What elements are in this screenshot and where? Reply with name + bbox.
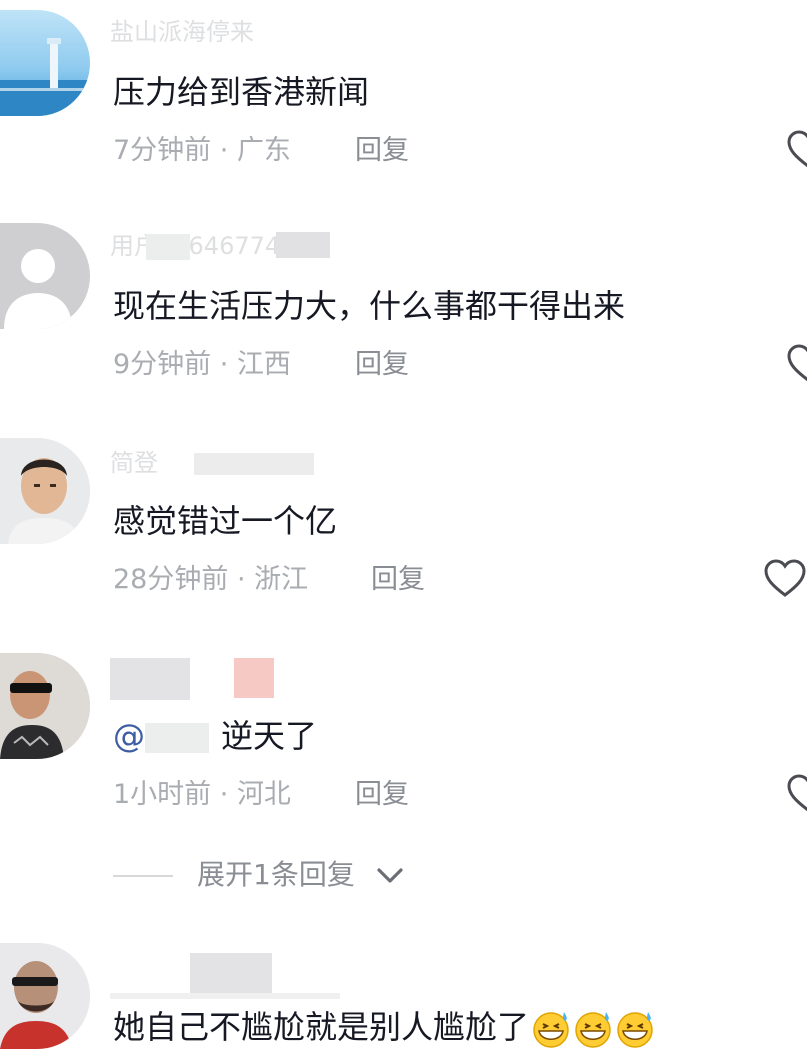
heart-outline-icon[interactable] <box>786 774 807 814</box>
comment-meta: 9分钟前 · 江西 <box>113 348 291 382</box>
username-mask <box>190 953 272 995</box>
username-mask <box>110 993 340 999</box>
comment-text: 她自己不尴尬就是别人尴尬了 <box>113 1007 655 1049</box>
comment-meta: 7分钟前 · 广东 <box>113 134 291 168</box>
comment-item: 简登 感觉错过一个亿 28分钟前 · 浙江 回复 <box>0 435 807 635</box>
comment-item: 用户70646774393 现在生活压力大，什么事都干得出来 9分钟前 · 江西… <box>0 220 807 420</box>
reply-button[interactable]: 回复 <box>371 563 425 597</box>
avatar[interactable] <box>0 943 90 1049</box>
grinning-sweat-emoji <box>533 1012 569 1048</box>
default-avatar-icon <box>4 249 72 329</box>
mention-link[interactable]: @ <box>113 717 145 755</box>
comment-item: 她自己不尴尬就是别人尴尬了 <box>0 935 807 1055</box>
avatar-image <box>0 943 90 1049</box>
username-mask <box>194 453 314 475</box>
avatar[interactable] <box>0 223 90 329</box>
username[interactable]: 简登 <box>110 449 340 477</box>
username[interactable] <box>110 654 340 700</box>
comment-location: 河北 <box>236 779 291 810</box>
grinning-sweat-emoji <box>617 1012 653 1048</box>
comment-location: 浙江 <box>254 564 309 595</box>
meta-separator: · <box>228 564 255 595</box>
comment-time: 28分钟前 <box>113 564 229 595</box>
mention-mask <box>145 723 209 753</box>
reply-button[interactable]: 回复 <box>355 348 409 382</box>
comment-time: 9分钟前 <box>113 349 212 380</box>
username[interactable] <box>110 953 340 999</box>
comment-item: 盐山派海停来 压力给到香港新闻 7分钟前 · 广东 回复 <box>0 0 807 200</box>
avatar-image <box>0 438 90 544</box>
heart-outline-icon[interactable] <box>786 344 807 384</box>
username[interactable]: 用户70646774393 <box>110 232 340 260</box>
avatar[interactable] <box>0 438 90 544</box>
comment-text: 现在生活压力大，什么事都干得出来 <box>113 287 626 325</box>
comment-location: 江西 <box>236 349 291 380</box>
username-mask <box>234 658 274 698</box>
avatar-image <box>0 38 90 116</box>
comment-meta: 28分钟前 · 浙江 <box>113 563 308 597</box>
avatar[interactable] <box>0 653 90 759</box>
comment-time: 1小时前 <box>113 779 212 810</box>
expand-replies-label: 展开1条回复 <box>197 858 355 891</box>
divider <box>113 875 173 877</box>
reply-button[interactable]: 回复 <box>355 134 409 168</box>
expand-replies-button[interactable]: 展开1条回复 <box>113 856 513 896</box>
comment-text: @ 逆天了 <box>113 717 318 755</box>
grinning-sweat-emoji <box>575 1012 611 1048</box>
username-mask <box>146 234 190 260</box>
meta-separator: · <box>211 135 237 166</box>
meta-separator: · <box>211 349 237 380</box>
avatar-image <box>0 653 90 759</box>
comment-location: 广东 <box>236 135 291 166</box>
username-mask <box>276 232 330 258</box>
comment-text: 感觉错过一个亿 <box>113 502 338 540</box>
username-mask <box>110 658 190 700</box>
username[interactable]: 盐山派海停来 <box>110 18 340 46</box>
reply-button[interactable]: 回复 <box>355 778 409 812</box>
chevron-down-icon <box>377 868 403 883</box>
comment-time: 7分钟前 <box>113 135 212 166</box>
comment-meta: 1小时前 · 河北 <box>113 778 291 812</box>
comment-text: 压力给到香港新闻 <box>113 73 370 111</box>
avatar[interactable] <box>0 10 90 116</box>
heart-outline-icon[interactable] <box>763 559 807 599</box>
meta-separator: · <box>211 779 237 810</box>
heart-outline-icon[interactable] <box>786 130 807 170</box>
